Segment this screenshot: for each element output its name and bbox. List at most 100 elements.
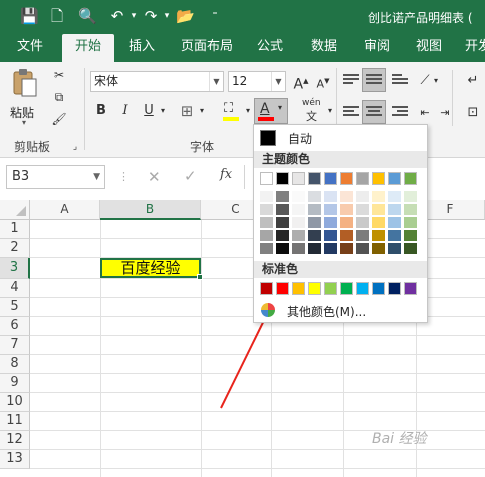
row-header-13[interactable]: 13 bbox=[0, 450, 30, 469]
standard-color-swatch[interactable] bbox=[372, 282, 385, 295]
tab-home[interactable]: 开始 bbox=[62, 34, 114, 62]
fill-color-button[interactable]: ⛶ bbox=[220, 100, 244, 122]
tab-review[interactable]: 审阅 bbox=[356, 34, 398, 62]
theme-color-swatch[interactable] bbox=[260, 172, 273, 185]
theme-shade-swatch[interactable] bbox=[404, 243, 417, 254]
align-top-icon[interactable] bbox=[343, 74, 359, 86]
theme-shade-swatch[interactable] bbox=[324, 191, 337, 202]
font-size-combo[interactable]: 12 ▼ bbox=[228, 71, 286, 92]
insert-function-icon[interactable]: fx bbox=[220, 167, 232, 182]
copy-icon[interactable]: ⧉ bbox=[48, 86, 70, 108]
standard-color-swatch[interactable] bbox=[356, 282, 369, 295]
theme-color-swatch[interactable] bbox=[324, 172, 337, 185]
borders-dropdown-icon[interactable]: ▾ bbox=[196, 100, 208, 122]
select-all-corner[interactable] bbox=[0, 200, 30, 220]
theme-shade-swatch[interactable] bbox=[372, 243, 385, 254]
standard-color-swatch[interactable] bbox=[292, 282, 305, 295]
theme-shade-swatch[interactable] bbox=[276, 191, 289, 202]
name-box[interactable]: B3 ▼ bbox=[6, 165, 105, 189]
theme-shade-swatch[interactable] bbox=[308, 243, 321, 254]
theme-shade-swatch[interactable] bbox=[372, 217, 385, 228]
theme-shade-swatch[interactable] bbox=[388, 243, 401, 254]
bold-button[interactable]: B bbox=[90, 100, 112, 122]
format-painter-icon[interactable]: 🖌 bbox=[48, 108, 70, 130]
theme-shade-swatch[interactable] bbox=[308, 191, 321, 202]
clipboard-launcher-icon[interactable]: ⌟ bbox=[68, 136, 82, 158]
row-header-1[interactable]: 1 bbox=[0, 220, 30, 239]
theme-shade-swatch[interactable] bbox=[372, 230, 385, 241]
theme-color-swatch[interactable] bbox=[372, 172, 385, 185]
italic-button[interactable]: I bbox=[114, 100, 136, 122]
increase-indent-icon[interactable]: ⇥ bbox=[434, 102, 456, 124]
theme-shade-swatch[interactable] bbox=[324, 204, 337, 215]
theme-shade-swatch[interactable] bbox=[404, 230, 417, 241]
row-header-9[interactable]: 9 bbox=[0, 374, 30, 393]
theme-shade-swatch[interactable] bbox=[340, 191, 353, 202]
theme-shade-swatch[interactable] bbox=[388, 230, 401, 241]
standard-color-swatch[interactable] bbox=[388, 282, 401, 295]
orientation-dropdown-icon[interactable]: ▾ bbox=[430, 70, 442, 92]
theme-shade-swatch[interactable] bbox=[388, 217, 401, 228]
theme-shade-swatch[interactable] bbox=[308, 217, 321, 228]
column-header-b[interactable]: B bbox=[100, 200, 201, 220]
theme-shade-swatch[interactable] bbox=[324, 230, 337, 241]
column-header-a[interactable]: A bbox=[30, 200, 100, 220]
borders-icon[interactable]: ⊞ bbox=[176, 100, 198, 122]
theme-shade-swatch[interactable] bbox=[388, 204, 401, 215]
cell-b3[interactable]: 百度经验 bbox=[100, 258, 203, 280]
tab-insert[interactable]: 插入 bbox=[120, 34, 164, 62]
wrap-text-icon[interactable]: ↵ bbox=[462, 70, 484, 92]
tab-page-layout[interactable]: 页面布局 bbox=[174, 34, 240, 62]
theme-color-swatch[interactable] bbox=[292, 172, 305, 185]
redo-dropdown-icon[interactable]: ▾ bbox=[158, 6, 176, 26]
theme-shade-swatch[interactable] bbox=[356, 217, 369, 228]
standard-color-swatch[interactable] bbox=[404, 282, 417, 295]
theme-shade-swatch[interactable] bbox=[308, 230, 321, 241]
standard-color-swatch[interactable] bbox=[324, 282, 337, 295]
font-size-dropdown-icon[interactable]: ▼ bbox=[271, 72, 285, 91]
theme-shade-swatch[interactable] bbox=[324, 243, 337, 254]
cancel-edit-icon[interactable]: ✕ bbox=[148, 168, 161, 186]
align-right-icon[interactable] bbox=[392, 106, 408, 118]
theme-color-swatch[interactable] bbox=[308, 172, 321, 185]
theme-shade-swatch[interactable] bbox=[388, 191, 401, 202]
theme-shade-swatch[interactable] bbox=[276, 217, 289, 228]
font-name-combo[interactable]: 宋体 ▼ bbox=[90, 71, 224, 92]
theme-shade-swatch[interactable] bbox=[340, 204, 353, 215]
theme-shade-swatch[interactable] bbox=[260, 230, 273, 241]
theme-shade-swatch[interactable] bbox=[292, 243, 305, 254]
tab-formulas[interactable]: 公式 bbox=[250, 34, 290, 62]
font-name-dropdown-icon[interactable]: ▼ bbox=[209, 72, 223, 91]
theme-shade-swatch[interactable] bbox=[404, 191, 417, 202]
row-header-11[interactable]: 11 bbox=[0, 412, 30, 431]
theme-color-swatch[interactable] bbox=[404, 172, 417, 185]
tab-developer[interactable]: 开发 bbox=[458, 34, 485, 62]
theme-color-swatch[interactable] bbox=[356, 172, 369, 185]
print-preview-icon[interactable]: 🔍 bbox=[78, 6, 97, 26]
align-center-button[interactable] bbox=[362, 100, 386, 124]
theme-shade-swatch[interactable] bbox=[356, 191, 369, 202]
align-left-icon[interactable] bbox=[343, 106, 359, 118]
theme-shade-swatch[interactable] bbox=[308, 204, 321, 215]
automatic-color-option[interactable]: 自动 bbox=[255, 127, 426, 149]
theme-shade-swatch[interactable] bbox=[292, 204, 305, 215]
row-header-10[interactable]: 10 bbox=[0, 393, 30, 412]
theme-shade-swatch[interactable] bbox=[292, 230, 305, 241]
theme-color-swatch[interactable] bbox=[340, 172, 353, 185]
row-header-8[interactable]: 8 bbox=[0, 355, 30, 374]
theme-shade-swatch[interactable] bbox=[404, 204, 417, 215]
fill-color-dropdown-icon[interactable]: ▾ bbox=[242, 100, 254, 122]
font-color-button[interactable]: A ▾ bbox=[254, 98, 288, 124]
theme-shade-swatch[interactable] bbox=[292, 191, 305, 202]
undo-icon[interactable]: ↶ bbox=[108, 6, 126, 26]
theme-shade-swatch[interactable] bbox=[356, 243, 369, 254]
tab-data[interactable]: 数据 bbox=[302, 34, 346, 62]
undo-dropdown-icon[interactable]: ▾ bbox=[125, 6, 143, 26]
tab-file[interactable]: 文件 bbox=[8, 34, 52, 62]
theme-shade-swatch[interactable] bbox=[372, 204, 385, 215]
shrink-font-button[interactable]: A▼ bbox=[312, 70, 334, 92]
theme-shade-swatch[interactable] bbox=[340, 217, 353, 228]
theme-shade-swatch[interactable] bbox=[340, 243, 353, 254]
align-middle-button[interactable] bbox=[362, 68, 386, 92]
phonetic-dropdown-icon[interactable]: ▾ bbox=[324, 100, 336, 122]
